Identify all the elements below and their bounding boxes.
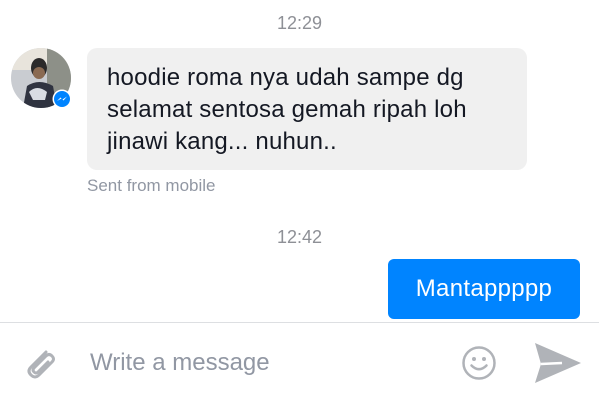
incoming-message-bubble[interactable]: hoodie roma nya udah sampe dg selamat se… <box>87 48 527 170</box>
avatar[interactable] <box>11 48 72 109</box>
outgoing-message-bubble[interactable]: Mantappppp <box>388 259 580 319</box>
timestamp: 12:42 <box>276 227 323 247</box>
sent-from-label: Sent from mobile <box>87 176 216 195</box>
message-line: selamat sentosa gemah ripah loh <box>107 96 467 123</box>
message-line: jinawi kang... nuhun.. <box>107 128 337 155</box>
message-composer <box>0 323 599 403</box>
messenger-badge-icon <box>52 89 72 109</box>
message-input[interactable] <box>90 343 440 383</box>
message-line: hoodie roma nya udah sampe dg <box>107 64 464 91</box>
timestamp: 12:29 <box>276 13 323 33</box>
send-arrow-icon[interactable] <box>532 340 584 386</box>
smiley-icon[interactable] <box>461 345 497 381</box>
paperclip-icon[interactable] <box>20 343 60 383</box>
